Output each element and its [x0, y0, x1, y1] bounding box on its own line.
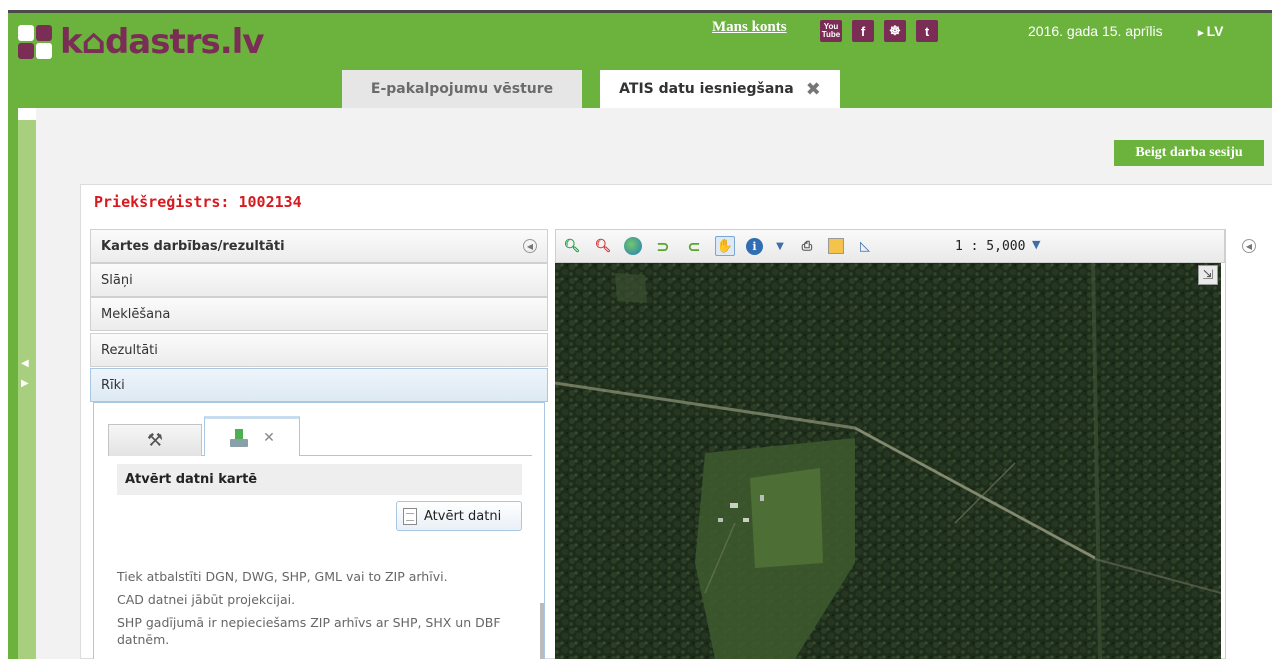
social-links: You Tube f ☸ t: [820, 20, 938, 42]
tab-label: ATIS datu iesniegšana: [619, 81, 794, 97]
preregistry-title: Priekšreģistrs: 1002134: [94, 193, 302, 211]
info-shp-zip: SHP gadījumā ir nepieciešams ZIP arhīvs …: [117, 615, 501, 647]
end-session-button[interactable]: Beigt darba sesiju: [1114, 140, 1264, 166]
map-actions-title: Kartes darbības/rezultāti: [101, 238, 285, 254]
my-account-link[interactable]: Mans konts: [712, 19, 787, 36]
full-extent-icon[interactable]: [624, 237, 642, 255]
map-view[interactable]: [555, 263, 1221, 659]
twitter-icon[interactable]: t: [916, 20, 938, 42]
satellite-imagery: [555, 263, 1221, 659]
accordion-label: Rīki: [101, 377, 125, 393]
identify-icon[interactable]: i: [746, 237, 763, 255]
hammer-wrench-icon: ⚒: [146, 430, 164, 451]
accordion-label: Slāņi: [101, 272, 133, 288]
panel-scrollbar[interactable]: [540, 603, 544, 659]
current-date: 2016. gada 15. aprīlis: [1028, 23, 1163, 39]
open-file-section-title: Atvērt datni kartē: [117, 464, 522, 495]
top-spacer: [0, 0, 1272, 10]
info-cad-projection: CAD datnei jābūt projekcijai.: [117, 592, 296, 607]
resize-map-icon[interactable]: ⇲: [1198, 265, 1218, 285]
back-icon[interactable]: ⊃: [653, 236, 673, 256]
pan-icon[interactable]: ✋: [715, 236, 735, 256]
accordion-tools[interactable]: Rīki: [90, 368, 548, 402]
right-panel-rail: ◀: [1225, 229, 1272, 659]
tab-tools[interactable]: ⚒: [108, 424, 202, 456]
print-icon[interactable]: ⎙: [797, 236, 817, 256]
language-switch[interactable]: LV: [1198, 23, 1224, 39]
open-file-label: Atvērt datni: [424, 508, 502, 524]
scale-dropdown-icon[interactable]: ▼: [1032, 238, 1040, 251]
tab-atis-submission[interactable]: ATIS datu iesniegšana ✖: [600, 70, 840, 108]
forward-icon[interactable]: ⊂: [684, 236, 704, 256]
document-icon: [403, 507, 417, 525]
collapse-panel-icon[interactable]: ◀: [523, 239, 537, 253]
accordion-results[interactable]: Rezultāti: [90, 333, 548, 367]
side-panel-toggle[interactable]: ◀ ▶: [18, 120, 36, 659]
accordion-label: Meklēšana: [101, 306, 171, 322]
zoom-in-icon[interactable]: 🔍︎: [562, 236, 582, 256]
map-actions-header[interactable]: Kartes darbības/rezultāti ◀: [90, 229, 548, 263]
open-file-button[interactable]: Atvērt datni: [396, 501, 522, 531]
zoom-out-icon[interactable]: 🔍︎: [593, 236, 613, 256]
accordion-search[interactable]: Meklēšana: [90, 297, 548, 331]
facebook-icon[interactable]: f: [852, 20, 874, 42]
tool-tabs: ⚒ ✕: [108, 414, 532, 456]
expand-right-panel-icon[interactable]: ◀: [1242, 239, 1256, 253]
map-toolbar: 🔍︎ 🔍︎ ⊃ ⊂ ✋ i ▼ ⎙ ◺: [555, 229, 1225, 263]
dropdown-icon[interactable]: ▼: [774, 236, 786, 256]
site-logo[interactable]: k⌂dastrs.lv: [18, 22, 264, 62]
draugiem-icon[interactable]: ☸: [884, 20, 906, 42]
upload-icon: [229, 428, 249, 447]
close-tab-icon[interactable]: ✖: [806, 79, 821, 100]
chevron-right-icon: ▶: [21, 378, 29, 389]
youtube-icon[interactable]: You Tube: [820, 20, 842, 42]
close-icon[interactable]: ✕: [263, 430, 275, 446]
logo-mark-icon: [18, 25, 52, 59]
tab-eservice-history[interactable]: E-pakalpojumu vēsture: [342, 70, 582, 108]
logo-text: k⌂dastrs.lv: [60, 22, 264, 62]
accordion-layers[interactable]: Slāņi: [90, 263, 548, 297]
left-band: [8, 108, 18, 659]
info-supported-formats: Tiek atbalstīti DGN, DWG, SHP, GML vai t…: [117, 569, 448, 584]
accordion-label: Rezultāti: [101, 342, 158, 358]
measure-icon[interactable]: ◺: [855, 236, 875, 256]
chevron-left-icon: ◀: [21, 358, 29, 369]
tab-label: E-pakalpojumu vēsture: [370, 81, 554, 97]
page: k⌂dastrs.lv Mans konts You Tube f ☸ t 201…: [0, 0, 1272, 659]
map-scale[interactable]: 1 : 5,000: [955, 239, 1025, 254]
legend-icon[interactable]: [828, 238, 844, 254]
tab-upload[interactable]: ✕: [204, 416, 300, 456]
